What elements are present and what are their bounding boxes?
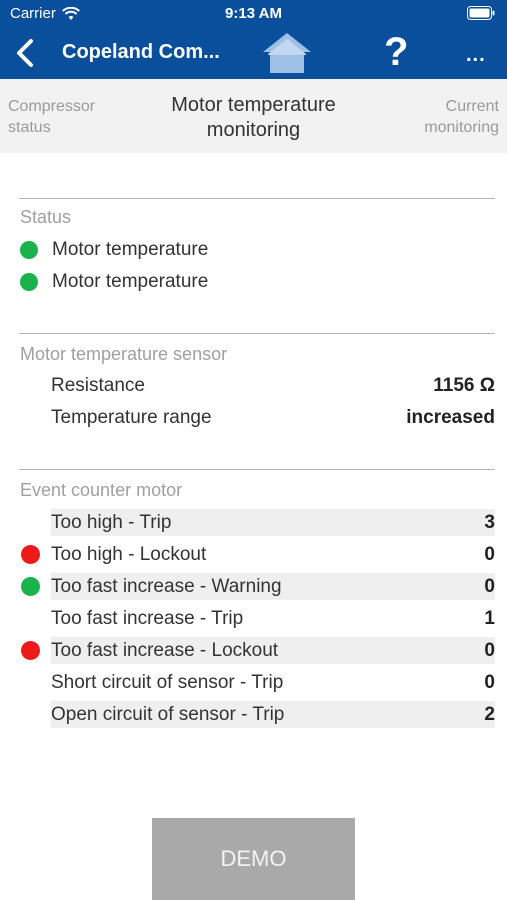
event-row-label: Too fast increase - Warning (51, 575, 282, 597)
demo-button[interactable]: DEMO (152, 818, 355, 900)
section-divider (19, 333, 495, 334)
tab-label-line: Current (445, 98, 499, 115)
app-header: Carrier 9:13 AM Copeland Com... ? ... (0, 0, 507, 79)
event-row-count: 3 (484, 511, 495, 533)
event-row-count: 2 (484, 703, 495, 725)
event-row-label: Too high - Trip (51, 511, 172, 533)
event-row-label: Too fast increase - Trip (51, 607, 244, 629)
event-row: Too fast increase - Lockout 0 (51, 637, 495, 664)
sensor-row-label: Resistance (51, 375, 145, 396)
status-item: Motor temperature (20, 235, 208, 265)
event-row-count: 0 (484, 575, 495, 597)
event-row: Short circuit of sensor - Trip 0 (51, 669, 495, 696)
event-row: Too fast increase - Warning 0 (51, 573, 495, 600)
warning-indicator (21, 577, 40, 596)
page-tabs: Compressor status Motor temperature moni… (0, 79, 507, 153)
tab-label-line: monitoring (424, 119, 499, 136)
status-item-label: Motor temperature (52, 271, 209, 292)
battery-icon (467, 6, 495, 24)
event-row-count: 0 (484, 671, 495, 693)
section-divider (19, 198, 495, 199)
sensor-row-value: increased (406, 407, 495, 428)
event-row-label: Open circuit of sensor - Trip (51, 703, 285, 725)
section-divider (19, 469, 495, 470)
clock: 9:13 AM (225, 5, 282, 22)
sensor-row-value: 1156 Ω (433, 375, 495, 396)
alarm-indicator (21, 545, 40, 564)
event-row-count: 0 (484, 543, 495, 565)
status-item-label: Motor temperature (52, 239, 209, 260)
nav-title: Copeland Com... (62, 41, 220, 63)
help-icon[interactable]: ? (384, 28, 408, 76)
alarm-indicator (21, 641, 40, 660)
event-row: Open circuit of sensor - Trip 2 (51, 701, 495, 728)
tab-current-monitoring[interactable]: Current monitoring (424, 96, 499, 138)
status-bar: Carrier 9:13 AM (0, 0, 507, 28)
home-icon[interactable] (260, 30, 314, 76)
event-row-label: Short circuit of sensor - Trip (51, 671, 284, 693)
event-row-label: Too fast increase - Lockout (51, 639, 279, 661)
more-menu-button[interactable]: ... (466, 44, 486, 67)
sensor-row: Temperature range increased (51, 403, 495, 433)
event-row: Too fast increase - Trip 1 (51, 605, 495, 632)
status-ok-indicator (20, 273, 38, 291)
event-row-label: Too high - Lockout (51, 543, 207, 565)
status-section-title: Status (20, 207, 72, 227)
navigation-bar: Copeland Com... ? ... (0, 28, 507, 79)
event-row: Too high - Trip 3 (51, 509, 495, 536)
sensor-section-title: Motor temperature sensor (20, 344, 228, 364)
event-row: Too high - Lockout 0 (51, 541, 495, 568)
back-arrow-icon[interactable] (12, 38, 38, 68)
status-ok-indicator (20, 241, 38, 259)
event-row-count: 0 (484, 639, 495, 661)
sensor-row: Resistance 1156 Ω (51, 371, 495, 401)
sensor-row-label: Temperature range (51, 407, 212, 428)
status-item: Motor temperature (20, 267, 208, 297)
event-row-count: 1 (484, 607, 495, 629)
event-section-title: Event counter motor (20, 480, 183, 500)
